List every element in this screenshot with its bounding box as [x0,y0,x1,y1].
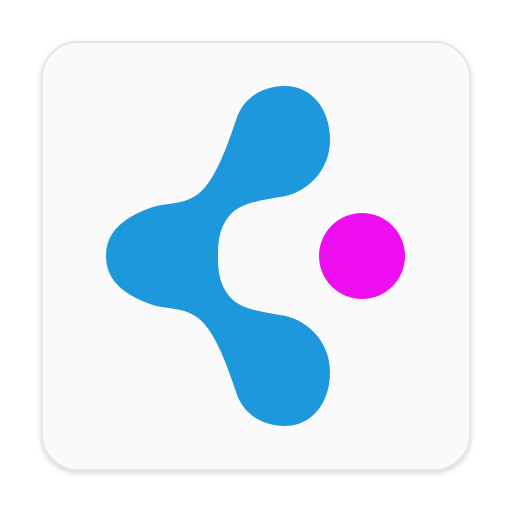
notification-dot [319,213,405,299]
app-launcher-icon[interactable] [0,0,512,512]
icon-stage [0,0,512,512]
